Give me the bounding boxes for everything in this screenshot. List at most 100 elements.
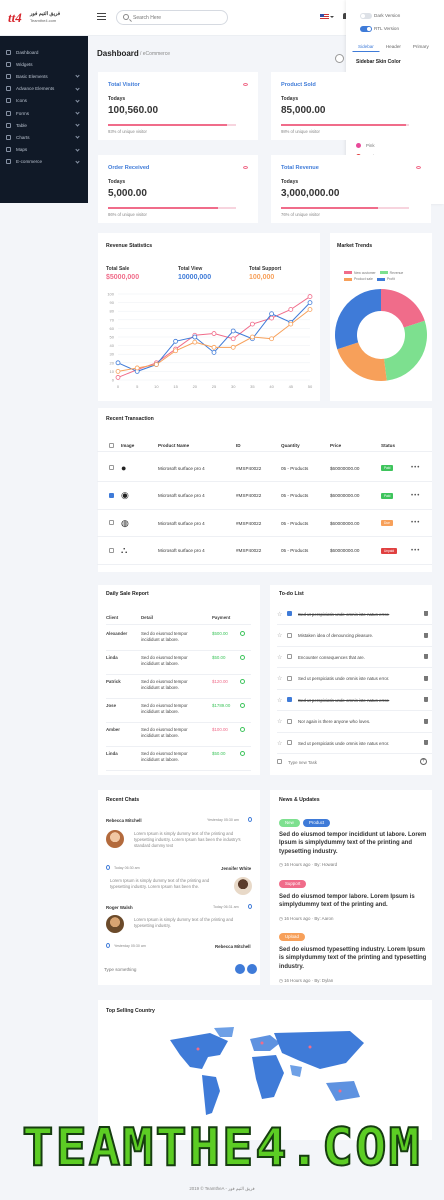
sale-detail: Sed do eiusmod tempor incididunt ut labo…: [141, 655, 188, 666]
news-tag[interactable]: Support: [279, 880, 307, 888]
todo-item[interactable]: ☆ Nor again is there anyone who loves.: [277, 712, 432, 733]
data-point: [192, 339, 198, 345]
todo-checkbox[interactable]: [287, 632, 292, 639]
todo-checkbox[interactable]: [287, 740, 292, 746]
tab-header[interactable]: Header: [380, 41, 407, 52]
add-task-icon[interactable]: +: [420, 758, 427, 765]
todo-item[interactable]: ☆ Encounter consequences that are.: [277, 647, 432, 668]
dark-version-toggle[interactable]: [360, 13, 372, 19]
attach-icon[interactable]: [235, 964, 245, 974]
tab-sidebar[interactable]: Sidebar: [352, 41, 380, 52]
trash-icon[interactable]: [424, 675, 428, 681]
star-icon[interactable]: ☆: [277, 718, 283, 725]
search-icon: [123, 14, 129, 20]
product-thumbnail: ◉: [121, 490, 129, 500]
table-row[interactable]: ⛬ Microsoft surface pro 4 #MSP40022 05 - Pr…: [97, 538, 432, 565]
star-icon[interactable]: ☆: [277, 740, 283, 747]
select-all-checkbox[interactable]: [109, 442, 121, 449]
kpi-card-total-revenue: Total Revenue Todays 3,000,000.00 76% of…: [271, 155, 431, 223]
status-badge: Unpaid: [381, 547, 398, 554]
sidebar-item-label: Table: [16, 122, 27, 128]
todo-checkbox[interactable]: [287, 675, 292, 682]
sidebar-item-table[interactable]: Table: [0, 119, 88, 131]
more-options-icon[interactable]: •••: [411, 548, 420, 554]
table-row: Patrick Sed do eiusmod tempor incididunt …: [106, 676, 251, 699]
breadcrumb[interactable]: / eCommerce: [140, 51, 170, 57]
eye-icon[interactable]: [243, 166, 248, 169]
todo-item[interactable]: ☆ Sed ut perspiciatis unde omnis iste nat…: [277, 690, 432, 711]
row-checkbox[interactable]: [109, 492, 121, 499]
language-flag-icon[interactable]: [320, 14, 329, 20]
sidebar-item-charts[interactable]: Charts: [0, 131, 88, 143]
row-checkbox[interactable]: [109, 520, 121, 526]
sidebar-item-e-commerce[interactable]: E-commerce: [0, 156, 88, 168]
trash-icon[interactable]: [424, 632, 428, 638]
todo-item[interactable]: ☆ Sed ut perspiciatis unde omnis iste nat…: [277, 669, 432, 690]
table-row[interactable]: ◍ Microsoft surface pro 4 #MSP40022 05 - Pr…: [97, 510, 432, 537]
trash-icon[interactable]: [424, 740, 428, 745]
reply-icon[interactable]: [106, 943, 110, 948]
col-id: ID: [236, 443, 241, 448]
brand-logo[interactable]: tt4 فريق التيم فور Teamthe4.com: [8, 10, 68, 26]
todo-item[interactable]: ☆ Sed ut perspiciatis unde omnis iste nat…: [277, 733, 432, 754]
todo-checkbox[interactable]: [287, 697, 292, 703]
map-region-south-america: [202, 1075, 220, 1115]
sidebar-item-icons[interactable]: Icons: [0, 95, 88, 107]
chat-input[interactable]: [104, 965, 224, 974]
news-tag[interactable]: Upload: [279, 933, 305, 941]
todo-checkbox[interactable]: [287, 654, 292, 660]
news-headline[interactable]: Sed do eiusmod tempor labore. Lorem Ipsu…: [279, 893, 429, 910]
star-icon[interactable]: ☆: [277, 675, 283, 682]
table-row[interactable]: ● Microsoft surface pro 4 #MSP40022 05 - Pr…: [97, 455, 432, 482]
col-quantity: Quantity: [281, 443, 300, 448]
y-tick-label: 90: [110, 300, 115, 305]
gear-icon[interactable]: [335, 54, 344, 63]
todo-item[interactable]: ☆ Sed ut perspiciatis unde omnis iste nat…: [277, 604, 432, 625]
sidebar-item-basic-elements[interactable]: Basic Elements: [0, 70, 88, 82]
status-cell: Paid: [381, 465, 411, 471]
eye-icon[interactable]: [243, 83, 248, 86]
send-icon[interactable]: [247, 964, 257, 974]
eye-icon[interactable]: [416, 166, 421, 169]
reply-icon[interactable]: [106, 865, 110, 870]
sidebar-item-forms[interactable]: Forms: [0, 107, 88, 119]
star-icon[interactable]: ☆: [277, 632, 283, 639]
more-options-icon[interactable]: •••: [411, 465, 420, 471]
trash-icon[interactable]: [424, 697, 428, 702]
news-tag[interactable]: New: [279, 819, 300, 827]
tab-primary[interactable]: Primary: [407, 41, 435, 52]
star-icon[interactable]: ☆: [277, 654, 283, 661]
col-price: Price: [330, 443, 342, 448]
news-headline[interactable]: Sed do eiusmod tempor incididunt ut labo…: [279, 831, 429, 856]
news-tag[interactable]: Product: [303, 819, 331, 827]
todo-item[interactable]: ☆ Mistaken idea of denouncing pleasure.: [277, 626, 432, 647]
reply-icon[interactable]: [248, 817, 252, 822]
menu-toggle-icon[interactable]: [97, 13, 106, 20]
chevron-down-icon[interactable]: [330, 16, 334, 18]
data-point: [307, 300, 313, 305]
sidebar-item-maps[interactable]: Maps: [0, 144, 88, 156]
sidebar-item-advance-elements[interactable]: Advance Elements: [0, 83, 88, 95]
news-headline[interactable]: Sed do eiusmod typesetting industry. Lor…: [279, 946, 429, 971]
todo-checkbox[interactable]: [287, 611, 292, 617]
rtl-version-toggle[interactable]: [360, 26, 372, 32]
search-input[interactable]: [133, 13, 213, 22]
trash-icon[interactable]: [424, 654, 428, 659]
star-icon[interactable]: ☆: [277, 611, 283, 618]
sidebar-item-label: Charts: [16, 134, 30, 140]
more-options-icon[interactable]: •••: [411, 520, 420, 526]
trash-icon[interactable]: [424, 718, 428, 724]
star-icon[interactable]: ☆: [277, 697, 283, 704]
sidebar-item-dashboard[interactable]: Dashboard: [0, 46, 88, 58]
trash-icon[interactable]: [424, 611, 428, 616]
reply-icon[interactable]: [248, 904, 252, 909]
row-checkbox[interactable]: [109, 547, 121, 554]
table-row[interactable]: ◉ Microsoft surface pro 4 #MSP40022 05 - Pr…: [97, 483, 432, 510]
todo-checkbox[interactable]: [287, 718, 292, 725]
row-checkbox[interactable]: [109, 465, 121, 471]
more-options-icon[interactable]: •••: [411, 493, 420, 499]
kpi-subtext: 93% of unique visitor: [108, 129, 147, 134]
skin-option-pink[interactable]: Pink: [356, 142, 375, 148]
sidebar-item-widgets[interactable]: Widgets: [0, 58, 88, 70]
new-task-input[interactable]: [288, 758, 398, 766]
